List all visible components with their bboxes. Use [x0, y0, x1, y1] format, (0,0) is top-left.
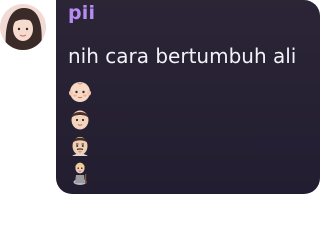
avatar[interactable] [0, 4, 46, 50]
message-text: nih cara bertumbuh ali [68, 44, 297, 68]
man-emoji [72, 137, 88, 156]
sender-name[interactable]: pii [68, 2, 95, 24]
emoji-sequence [68, 80, 94, 188]
old-person-emoji [73, 162, 87, 185]
message-bubble[interactable]: pii nih cara bertumbuh ali [56, 0, 320, 194]
boy-emoji [71, 110, 89, 130]
baby-emoji [69, 82, 91, 102]
